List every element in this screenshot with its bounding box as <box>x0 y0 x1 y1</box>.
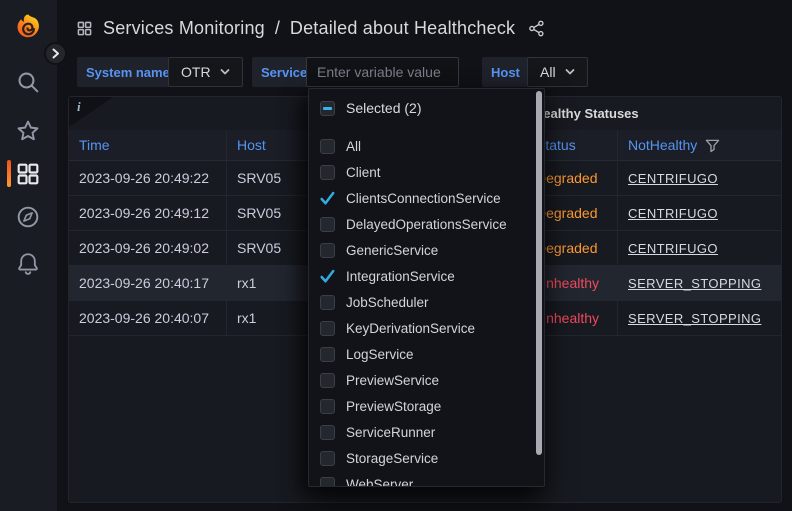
dropdown-option-label: PreviewService <box>346 373 439 388</box>
bell-icon <box>15 251 41 277</box>
dropdown-option-clientsconnectionservice[interactable]: ClientsConnectionService <box>309 185 544 211</box>
variable-value-system-name[interactable]: OTR <box>168 57 243 87</box>
panel-info-corner[interactable] <box>69 97 113 127</box>
checkbox-icon[interactable] <box>320 451 335 466</box>
dropdown-option-label: GenericService <box>346 243 438 258</box>
dropdown-selected-summary[interactable]: Selected (2) <box>309 94 544 122</box>
nothealthy-link[interactable]: CENTRIFUGO <box>628 206 718 221</box>
dropdown-option-genericservice[interactable]: GenericService <box>309 237 544 263</box>
compass-icon <box>15 204 41 230</box>
time-cell: 2023-09-26 20:40:17 <box>69 266 227 301</box>
dropdown-option-client[interactable]: Client <box>309 159 544 185</box>
sidebar-item-alerting[interactable] <box>15 251 41 277</box>
column-header-nothealthy[interactable]: NotHealthy <box>618 130 781 161</box>
info-icon[interactable]: i <box>77 99 81 115</box>
breadcrumb-dashboard[interactable]: Detailed about Healthcheck <box>290 18 515 39</box>
dropdown-option-previewservice[interactable]: PreviewService <box>309 367 544 393</box>
dropdown-option-label: All <box>346 139 361 154</box>
variable-label-host: Host <box>482 57 529 87</box>
dropdown-option-servicerunner[interactable]: ServiceRunner <box>309 419 544 445</box>
checkbox-icon[interactable] <box>320 399 335 414</box>
dropdown-option-keyderivationservice[interactable]: KeyDerivationService <box>309 315 544 341</box>
checkbox-icon[interactable] <box>320 321 335 336</box>
checkbox-icon[interactable] <box>320 425 335 440</box>
dropdown-option-logservice[interactable]: LogService <box>309 341 544 367</box>
checkbox-checked-icon[interactable] <box>320 269 335 284</box>
dropdown-option-label: PreviewStorage <box>346 399 441 414</box>
dropdown-options-list: All Client ClientsConnectionService Dela… <box>309 133 544 487</box>
sidebar-item-dashboards[interactable] <box>15 161 41 187</box>
nothealthy-link[interactable]: SERVER_STOPPING <box>628 276 761 291</box>
nothealthy-link[interactable]: CENTRIFUGO <box>628 171 718 186</box>
dropdown-option-previewstorage[interactable]: PreviewStorage <box>309 393 544 419</box>
filter-icon[interactable] <box>705 138 720 153</box>
checkbox-icon[interactable] <box>320 295 335 310</box>
dropdown-option-webserver[interactable]: WebServer <box>309 471 544 487</box>
variable-label-system-name: System name <box>77 57 179 87</box>
variable-value-system-name-text: OTR <box>181 64 211 80</box>
time-cell: 2023-09-26 20:49:12 <box>69 196 227 231</box>
dropdown-option-storageservice[interactable]: StorageService <box>309 445 544 471</box>
time-cell: 2023-09-26 20:49:22 <box>69 161 227 196</box>
dropdown-option-label: ServiceRunner <box>346 425 435 440</box>
breadcrumb-folder[interactable]: Services Monitoring <box>103 18 265 39</box>
nothealthy-link[interactable]: CENTRIFUGO <box>628 241 718 256</box>
share-icon[interactable] <box>527 19 546 38</box>
dropdown-option-label: LogService <box>346 347 414 362</box>
dashboards-icon <box>15 161 41 187</box>
sidebar-expand-button[interactable] <box>44 42 67 65</box>
dropdown-option-label: IntegrationService <box>346 269 455 284</box>
search-icon <box>15 69 41 95</box>
checkbox-icon[interactable] <box>320 347 335 362</box>
breadcrumb-separator: / <box>275 18 280 39</box>
dashboard-grid-icon <box>76 20 93 37</box>
grafana-logo-icon[interactable] <box>13 13 44 44</box>
dropdown-option-label: Client <box>346 165 381 180</box>
dropdown-option-integrationservice[interactable]: IntegrationService <box>309 263 544 289</box>
sidebar <box>0 0 57 511</box>
sidebar-item-explore[interactable] <box>15 204 41 230</box>
dashboard-header: Services Monitoring / Detailed about Hea… <box>76 13 546 43</box>
dropdown-option-label: KeyDerivationService <box>346 321 475 336</box>
time-cell: 2023-09-26 20:40:07 <box>69 301 227 336</box>
dropdown-option-all[interactable]: All <box>309 133 544 159</box>
dropdown-option-label: DelayedOperationsService <box>346 217 507 232</box>
checkbox-icon[interactable] <box>320 477 335 488</box>
dropdown-scrollbar[interactable] <box>536 91 542 455</box>
checkbox-icon[interactable] <box>320 217 335 232</box>
sidebar-active-indicator <box>7 160 11 187</box>
checkbox-icon[interactable] <box>320 243 335 258</box>
column-header-nothealthy-label: NotHealthy <box>628 137 697 153</box>
time-cell: 2023-09-26 20:49:02 <box>69 231 227 266</box>
column-header-time[interactable]: Time <box>69 130 227 161</box>
variable-value-host-text: All <box>540 64 556 80</box>
checkbox-icon[interactable] <box>320 139 335 154</box>
dropdown-option-label: ClientsConnectionService <box>346 191 501 206</box>
chevron-down-icon <box>220 68 230 76</box>
star-icon <box>15 118 41 144</box>
variable-value-host[interactable]: All <box>527 57 588 87</box>
sidebar-item-starred[interactable] <box>15 118 41 144</box>
chevron-right-icon <box>52 48 60 59</box>
nothealthy-link[interactable]: SERVER_STOPPING <box>628 311 761 326</box>
dropdown-option-jobscheduler[interactable]: JobScheduler <box>309 289 544 315</box>
service-variable-input[interactable] <box>306 57 459 87</box>
dropdown-selected-summary-label: Selected (2) <box>346 100 421 116</box>
dropdown-option-label: WebServer <box>346 477 413 488</box>
sidebar-item-search[interactable] <box>15 69 41 95</box>
dropdown-option-delayedoperationsservice[interactable]: DelayedOperationsService <box>309 211 544 237</box>
checkbox-checked-icon[interactable] <box>320 191 335 206</box>
service-dropdown: Selected (2) All Client ClientsConnectio… <box>308 88 545 487</box>
checkbox-icon[interactable] <box>320 165 335 180</box>
chevron-down-icon <box>565 68 575 76</box>
checkbox-indeterminate-icon[interactable] <box>320 101 335 116</box>
checkbox-icon[interactable] <box>320 373 335 388</box>
dropdown-option-label: StorageService <box>346 451 438 466</box>
dropdown-option-label: JobScheduler <box>346 295 429 310</box>
